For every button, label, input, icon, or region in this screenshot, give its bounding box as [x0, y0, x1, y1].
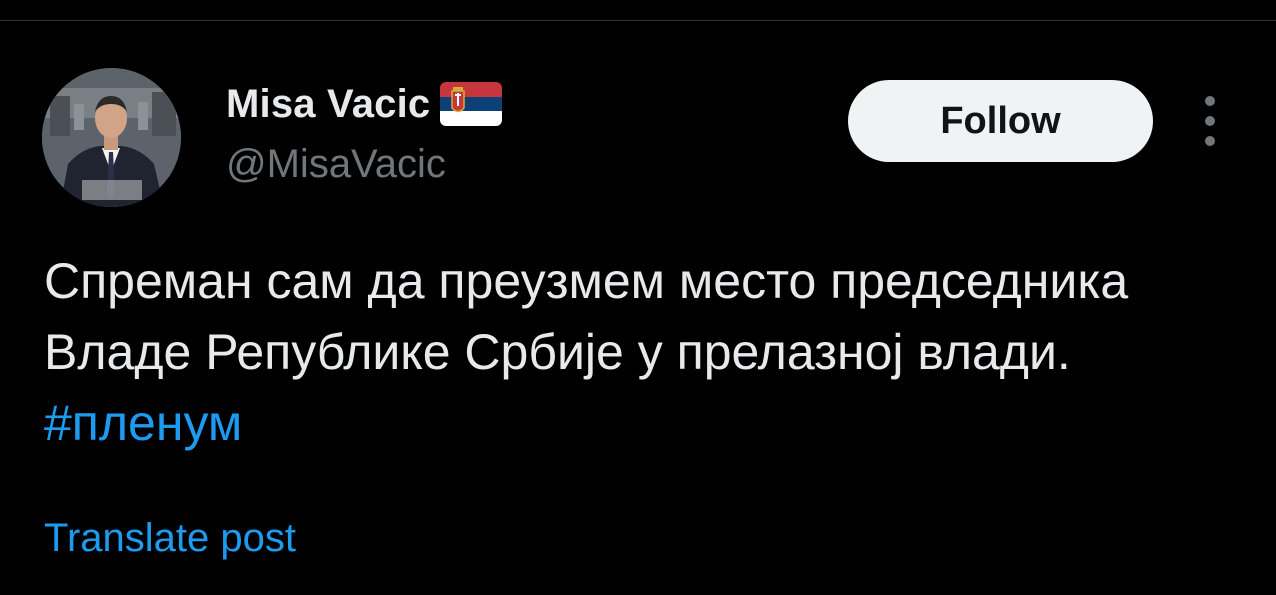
avatar-image [42, 68, 181, 207]
more-vertical-icon[interactable] [1193, 96, 1227, 146]
avatar[interactable] [42, 68, 181, 207]
post-body: Спреман сам да преузмем место председник… [44, 253, 1129, 380]
author-display-name[interactable]: Misa Vacic [226, 82, 430, 127]
more-dot [1205, 116, 1215, 126]
hashtag-link[interactable]: #пленум [44, 395, 242, 451]
author-handle[interactable]: @MisaVacic [226, 142, 502, 187]
follow-button[interactable]: Follow [848, 80, 1153, 162]
post-text: Спреман сам да преузмем место председник… [44, 246, 1244, 459]
serbia-flag-icon [440, 82, 503, 126]
author-info: Misa Vacic @MisaVacic [226, 80, 503, 187]
more-dot [1205, 96, 1215, 106]
author-name-row: Misa Vacic [226, 80, 503, 128]
more-dot [1205, 136, 1215, 146]
top-divider [0, 20, 1276, 21]
translate-post-link[interactable]: Translate post [44, 516, 296, 561]
